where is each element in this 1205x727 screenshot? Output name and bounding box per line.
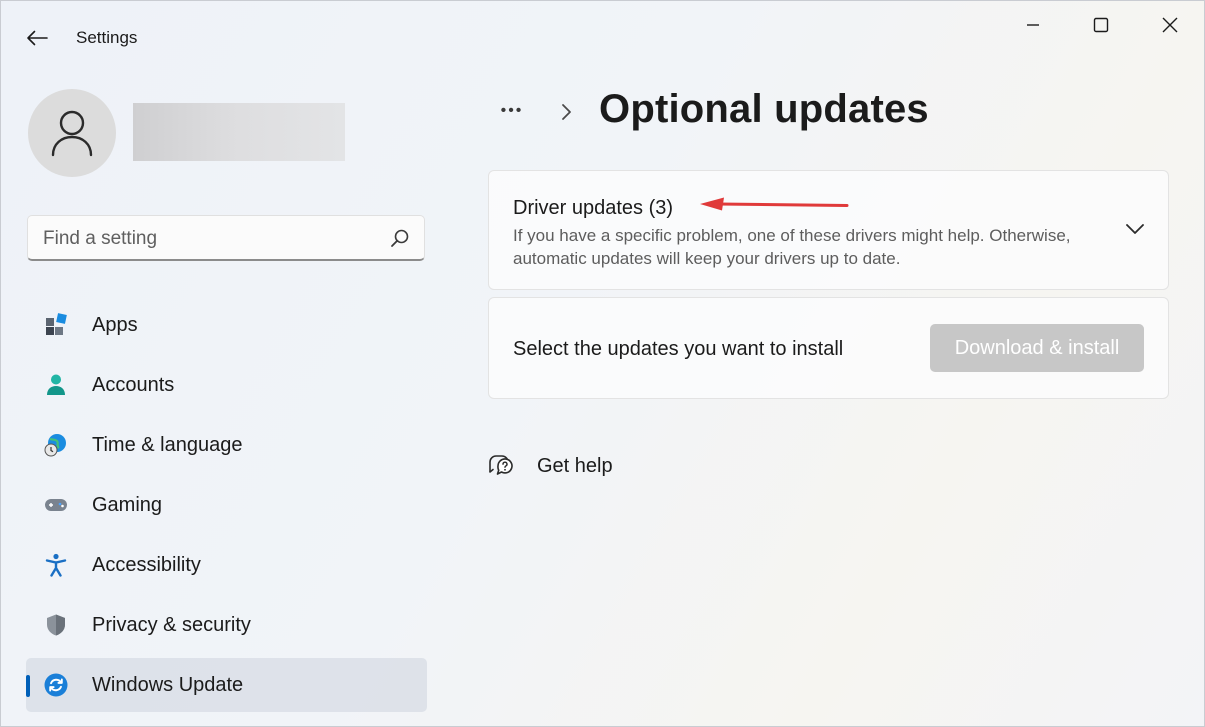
- sidebar-nav: Apps Accounts Time & language: [26, 298, 427, 718]
- sidebar-item-accessibility[interactable]: Accessibility: [26, 538, 427, 592]
- breadcrumb-more-button[interactable]: •••: [492, 96, 532, 126]
- gaming-icon: [44, 493, 68, 517]
- sidebar-item-label: Time & language: [92, 434, 242, 457]
- sidebar-item-label: Accessibility: [92, 554, 201, 577]
- sidebar-item-accounts[interactable]: Accounts: [26, 358, 427, 412]
- get-help-icon: [487, 453, 513, 479]
- minimize-icon: [1025, 17, 1041, 33]
- sidebar-item-label: Accounts: [92, 374, 174, 397]
- sidebar-item-label: Apps: [92, 314, 138, 337]
- minimize-button[interactable]: [1010, 11, 1056, 39]
- account-name-redacted: [133, 103, 345, 161]
- driver-updates-description: If you have a specific problem, one of t…: [513, 224, 1073, 270]
- get-help-label: Get help: [537, 455, 613, 478]
- settings-window: Settings Apps: [0, 0, 1205, 727]
- breadcrumb-more: •••: [501, 102, 524, 120]
- chevron-down-icon[interactable]: [1124, 219, 1146, 239]
- search-icon[interactable]: [390, 228, 410, 248]
- sidebar-item-apps[interactable]: Apps: [26, 298, 427, 352]
- person-icon: [50, 109, 94, 157]
- apps-icon: [44, 313, 68, 337]
- annotation-arrow-icon: [696, 193, 851, 217]
- get-help-link[interactable]: Get help: [487, 451, 613, 481]
- sidebar-item-time-language[interactable]: Time & language: [26, 418, 427, 472]
- sidebar-item-windows-update[interactable]: Windows Update: [26, 658, 427, 712]
- page-title: Optional updates: [599, 87, 929, 132]
- sidebar-item-label: Windows Update: [92, 674, 243, 697]
- sidebar-item-gaming[interactable]: Gaming: [26, 478, 427, 532]
- select-updates-text: Select the updates you want to install: [513, 338, 843, 361]
- windows-update-icon: [44, 673, 68, 697]
- maximize-button[interactable]: [1078, 11, 1124, 39]
- selection-indicator: [26, 675, 30, 697]
- shield-icon: [44, 613, 68, 637]
- sidebar-item-label: Gaming: [92, 494, 162, 517]
- back-arrow-icon: [26, 30, 48, 46]
- time-language-icon: [44, 433, 68, 457]
- close-icon: [1162, 17, 1178, 33]
- app-title: Settings: [76, 28, 137, 48]
- driver-updates-title: Driver updates (3): [513, 197, 673, 220]
- avatar[interactable]: [28, 89, 116, 177]
- select-updates-card: Select the updates you want to install D…: [488, 297, 1169, 399]
- driver-updates-expander[interactable]: Driver updates (3) If you have a specifi…: [488, 170, 1169, 290]
- download-install-button[interactable]: Download & install: [930, 324, 1144, 372]
- maximize-icon: [1093, 17, 1109, 33]
- accounts-icon: [44, 373, 68, 397]
- chevron-right-icon: [558, 101, 576, 123]
- close-button[interactable]: [1147, 11, 1193, 39]
- search-box[interactable]: [27, 215, 425, 261]
- sidebar-item-label: Privacy & security: [92, 614, 251, 637]
- accessibility-icon: [44, 553, 68, 577]
- search-input[interactable]: [28, 216, 385, 262]
- sidebar-item-privacy-security[interactable]: Privacy & security: [26, 598, 427, 652]
- back-button[interactable]: [23, 25, 51, 51]
